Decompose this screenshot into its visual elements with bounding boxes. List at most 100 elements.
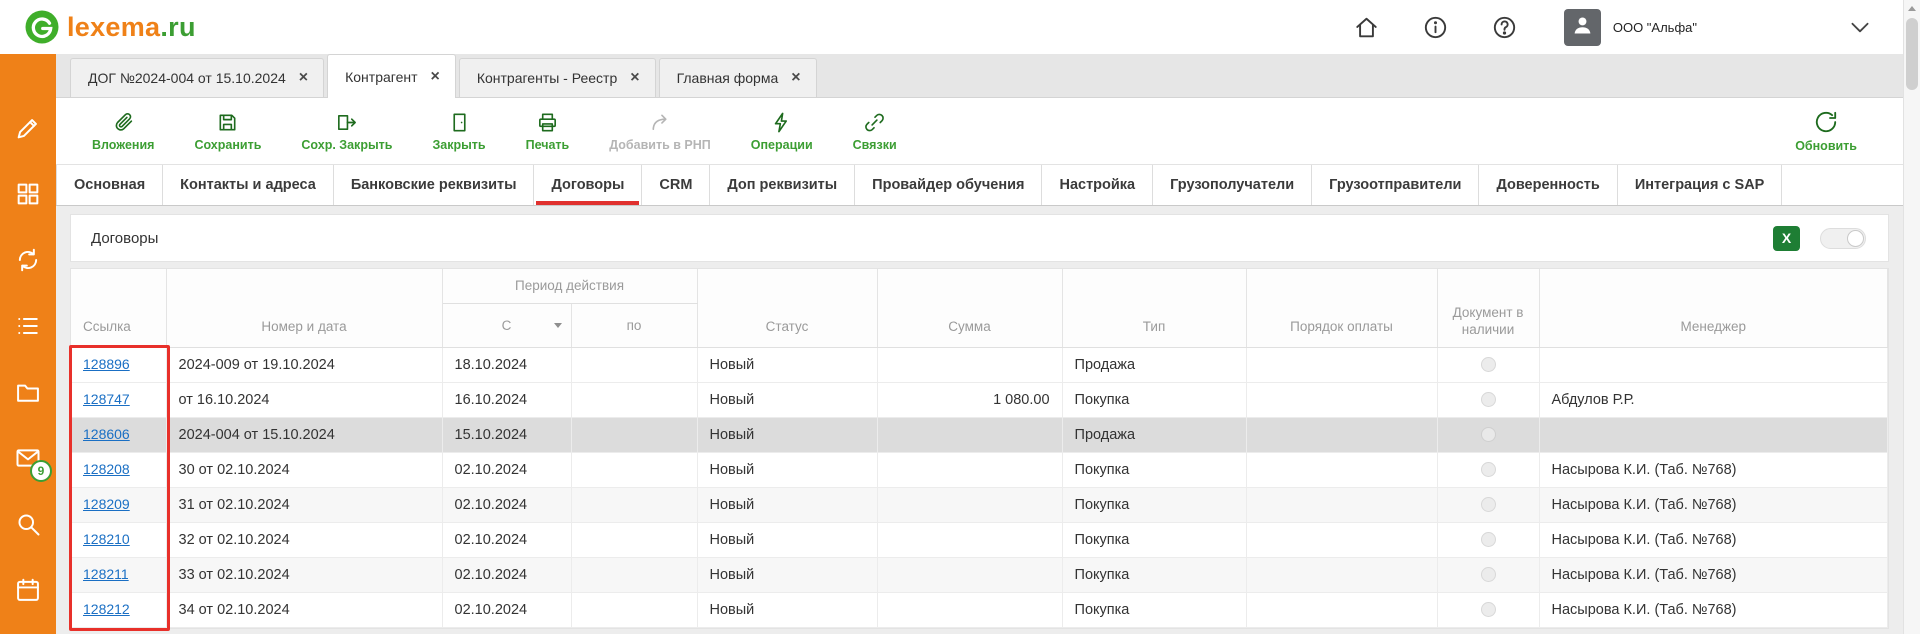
cell-from: 02.10.2024 (442, 452, 571, 487)
table-row[interactable]: 12821234 от 02.10.202402.10.2024НовыйПок… (71, 592, 1888, 627)
scrollbar-thumb[interactable] (1906, 18, 1918, 90)
cell-sum (877, 487, 1062, 522)
sort-caret-icon[interactable] (554, 323, 562, 328)
subtab[interactable]: CRM (642, 165, 710, 205)
sidebar-item-folder[interactable] (14, 378, 42, 406)
cell-number: 32 от 02.10.2024 (166, 522, 442, 557)
avatar[interactable] (1564, 9, 1601, 46)
contract-link[interactable]: 128210 (83, 531, 130, 547)
col-header-doc[interactable]: Документ в наличии (1437, 269, 1539, 347)
table-row[interactable]: 128747от 16.10.202416.10.2024Новый1 080.… (71, 382, 1888, 417)
doc-checkbox[interactable] (1481, 602, 1496, 617)
cell-payment (1246, 417, 1437, 452)
contract-link[interactable]: 128896 (83, 356, 130, 372)
subtab-label: CRM (659, 177, 692, 193)
scrollbar-up-icon[interactable] (1904, 0, 1920, 16)
sidebar-item-calendar[interactable] (14, 576, 42, 604)
doc-tab[interactable]: Контрагенты - Реестр× (459, 58, 656, 97)
table-row[interactable]: 12821032 от 02.10.202402.10.2024НовыйПок… (71, 522, 1888, 557)
subtab[interactable]: Провайдер обучения (855, 165, 1042, 205)
contract-link[interactable]: 128747 (83, 391, 130, 407)
cell-to (571, 347, 697, 382)
doc-checkbox[interactable] (1481, 462, 1496, 477)
toolbar-button[interactable]: Закрыть (432, 111, 485, 152)
col-header-manager[interactable]: Менеджер (1539, 269, 1887, 347)
subtab[interactable]: Договоры (534, 165, 642, 205)
app-root: lexema.ru ООО "Альфа" 9 ДОГ №2024-004 от… (0, 0, 1920, 634)
cell-from: 02.10.2024 (442, 592, 571, 627)
cell-manager: Насырова К.И. (Таб. №768) (1539, 522, 1887, 557)
doc-tab[interactable]: ДОГ №2024-004 от 15.10.2024× (70, 58, 324, 97)
toolbar-button[interactable]: Сохранить (194, 111, 261, 152)
sidebar-item-mail[interactable]: 9 (14, 444, 42, 472)
col-header-from[interactable]: С (442, 303, 571, 347)
col-header-link[interactable]: Ссылка (71, 269, 166, 347)
tab-close-icon[interactable]: × (299, 70, 308, 86)
doc-checkbox[interactable] (1481, 357, 1496, 372)
cell-manager: Насырова К.И. (Таб. №768) (1539, 557, 1887, 592)
col-group-period: Период действия (442, 269, 697, 303)
contract-link[interactable]: 128208 (83, 461, 130, 477)
sidebar-item-list[interactable] (14, 312, 42, 340)
info-icon[interactable] (1422, 14, 1449, 41)
col-header-payment[interactable]: Порядок оплаты (1246, 269, 1437, 347)
table-row[interactable]: 1286062024-004 от 15.10.202415.10.2024Но… (71, 417, 1888, 452)
doc-checkbox[interactable] (1481, 427, 1496, 442)
col-header-number[interactable]: Номер и дата (166, 269, 442, 347)
doc-tab[interactable]: Контрагент× (327, 54, 456, 98)
subtab[interactable]: Грузополучатели (1153, 165, 1312, 205)
col-header-sum[interactable]: Сумма (877, 269, 1062, 347)
cell-link: 128747 (71, 382, 166, 417)
subtab[interactable]: Грузоотправители (1312, 165, 1479, 205)
refresh-button[interactable]: Обновить (1795, 109, 1857, 153)
home-icon[interactable] (1353, 14, 1380, 41)
subtab[interactable]: Доп реквизиты (710, 165, 855, 205)
doc-checkbox[interactable] (1481, 567, 1496, 582)
vertical-scrollbar[interactable] (1903, 0, 1920, 634)
col-header-to[interactable]: по (571, 303, 697, 347)
toolbar-button[interactable]: Связки (853, 111, 897, 152)
tab-close-icon[interactable]: × (791, 70, 800, 86)
help-icon[interactable] (1491, 14, 1518, 41)
content-area: Договоры X Ссылка Номер и дата Перио (56, 206, 1903, 634)
subtab[interactable]: Основная (56, 165, 163, 205)
col-header-type[interactable]: Тип (1062, 269, 1246, 347)
toolbar-button[interactable]: Печать (526, 111, 570, 152)
contract-link[interactable]: 128211 (83, 566, 129, 582)
doc-checkbox[interactable] (1481, 392, 1496, 407)
subtab[interactable]: Банковские реквизиты (334, 165, 535, 205)
table-row[interactable]: 12820931 от 02.10.202402.10.2024НовыйПок… (71, 487, 1888, 522)
tab-close-icon[interactable]: × (431, 69, 440, 85)
cell-manager: Насырова К.И. (Таб. №768) (1539, 592, 1887, 627)
table-row[interactable]: 1288962024-009 от 19.10.202418.10.2024Но… (71, 347, 1888, 382)
toolbar-button[interactable]: Вложения (92, 111, 154, 152)
sidebar-item-pencil[interactable] (14, 114, 42, 142)
contract-link[interactable]: 128606 (83, 426, 130, 442)
link-icon (863, 111, 886, 134)
col-header-status[interactable]: Статус (697, 269, 877, 347)
excel-export-button[interactable]: X (1773, 226, 1800, 251)
panel-toggle[interactable] (1820, 228, 1866, 249)
doc-checkbox[interactable] (1481, 532, 1496, 547)
subtab[interactable]: Интеграция с SAP (1618, 165, 1783, 205)
cell-payment (1246, 487, 1437, 522)
contract-link[interactable]: 128209 (83, 496, 130, 512)
toolbar-button[interactable]: Сохр. Закрыть (301, 111, 392, 152)
sidebar-item-sync[interactable] (14, 246, 42, 274)
grid-icon (14, 195, 42, 212)
doc-checkbox[interactable] (1481, 497, 1496, 512)
subtab[interactable]: Контакты и адреса (163, 165, 334, 205)
subtab-label: Договоры (551, 177, 624, 193)
chevron-down-icon[interactable] (1847, 14, 1873, 40)
cell-payment (1246, 522, 1437, 557)
subtab[interactable]: Доверенность (1479, 165, 1617, 205)
sidebar-item-search[interactable] (14, 510, 42, 538)
sidebar-item-grid[interactable] (14, 180, 42, 208)
table-row[interactable]: 12821133 от 02.10.202402.10.2024НовыйПок… (71, 557, 1888, 592)
toolbar-button[interactable]: Операции (751, 111, 813, 152)
tab-close-icon[interactable]: × (630, 70, 639, 86)
table-row[interactable]: 12820830 от 02.10.202402.10.2024НовыйПок… (71, 452, 1888, 487)
contract-link[interactable]: 128212 (83, 601, 130, 617)
subtab[interactable]: Настройка (1042, 165, 1153, 205)
doc-tab[interactable]: Главная форма× (659, 58, 817, 97)
